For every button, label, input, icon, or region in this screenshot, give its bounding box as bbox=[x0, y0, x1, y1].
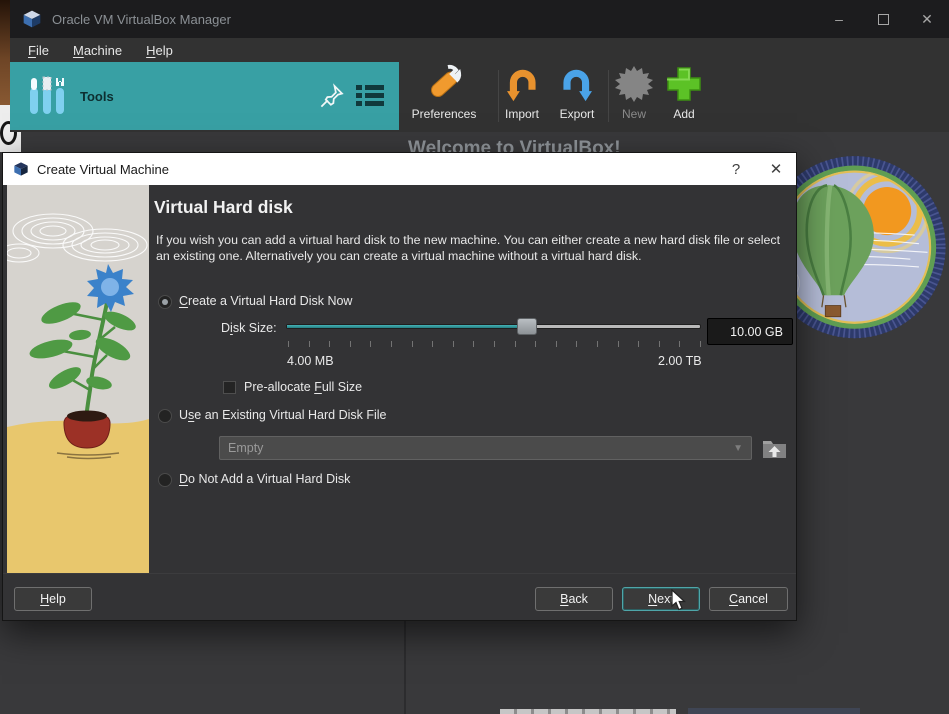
window-titlebar: Oracle VM VirtualBox Manager – ✕ bbox=[10, 0, 949, 38]
menubar: File Machine Help bbox=[10, 38, 949, 62]
menu-machine[interactable]: Machine bbox=[65, 41, 130, 60]
close-button[interactable]: ✕ bbox=[905, 0, 949, 38]
mouse-cursor bbox=[671, 589, 687, 611]
pin-icon[interactable] bbox=[317, 81, 347, 111]
next-button[interactable]: Next bbox=[622, 587, 700, 611]
minimize-button[interactable]: – bbox=[817, 0, 861, 38]
radio-icon bbox=[158, 409, 172, 423]
disk-size-min: 4.00 MB bbox=[287, 354, 334, 368]
plant-illustration bbox=[7, 185, 149, 575]
desktop: Oracle VM VirtualBox Manager – ✕ File Ma… bbox=[0, 0, 949, 714]
preferences-icon bbox=[423, 64, 465, 104]
dialog-close-button[interactable]: ✕ bbox=[756, 153, 796, 185]
background-window-sliver bbox=[0, 0, 10, 108]
slider-fill bbox=[287, 325, 527, 328]
existing-disk-combobox[interactable]: Empty ▼ bbox=[219, 436, 752, 460]
preferences-button[interactable]: Preferences bbox=[411, 64, 477, 128]
import-icon bbox=[502, 64, 542, 104]
new-vm-icon bbox=[614, 64, 654, 104]
disk-size-max: 2.00 TB bbox=[658, 354, 702, 368]
back-button[interactable]: Back bbox=[535, 587, 613, 611]
maximize-icon bbox=[878, 14, 889, 25]
radio-icon bbox=[158, 295, 172, 309]
tools-label: Tools bbox=[80, 89, 114, 104]
slider-ticks bbox=[288, 341, 701, 347]
radio-icon bbox=[158, 473, 172, 487]
dialog-help-button[interactable]: ? bbox=[716, 153, 756, 185]
dialog-titlebar: Create Virtual Machine ? ✕ bbox=[3, 153, 796, 185]
add-vm-button[interactable]: Add bbox=[651, 64, 717, 128]
background-divider bbox=[404, 621, 406, 714]
help-button[interactable]: Help bbox=[14, 587, 92, 611]
wizard-step-description: If you wish you can add a virtual hard d… bbox=[156, 233, 784, 264]
slider-handle[interactable] bbox=[517, 318, 537, 335]
browse-disk-button[interactable] bbox=[761, 436, 788, 461]
vm-list-menu-icon[interactable] bbox=[355, 83, 385, 109]
tools-icon bbox=[26, 74, 68, 118]
wizard-step-heading: Virtual Hard disk bbox=[154, 197, 293, 218]
disk-size-slider[interactable] bbox=[286, 324, 701, 329]
menu-help[interactable]: Help bbox=[138, 41, 181, 60]
virtualbox-logo-icon bbox=[13, 161, 29, 177]
export-icon bbox=[557, 64, 597, 104]
window-title: Oracle VM VirtualBox Manager bbox=[52, 12, 231, 27]
dialog-title: Create Virtual Machine bbox=[37, 162, 169, 177]
cancel-button[interactable]: Cancel bbox=[709, 587, 788, 611]
chevron-down-icon: ▼ bbox=[733, 443, 743, 454]
tools-panel[interactable]: Tools bbox=[10, 62, 399, 130]
checkbox-icon bbox=[223, 381, 236, 394]
taskbar-sliver bbox=[500, 709, 676, 714]
taskbar-sliver bbox=[688, 708, 860, 714]
disk-size-value[interactable]: 10.00 GB bbox=[707, 318, 793, 345]
menu-file[interactable]: File bbox=[20, 41, 57, 60]
add-icon bbox=[664, 64, 704, 104]
maximize-button[interactable] bbox=[861, 0, 905, 38]
create-vm-dialog: Create Virtual Machine ? ✕ bbox=[2, 152, 797, 621]
disk-size-label: Disk Size: bbox=[221, 321, 277, 335]
virtualbox-logo-icon bbox=[22, 9, 42, 29]
